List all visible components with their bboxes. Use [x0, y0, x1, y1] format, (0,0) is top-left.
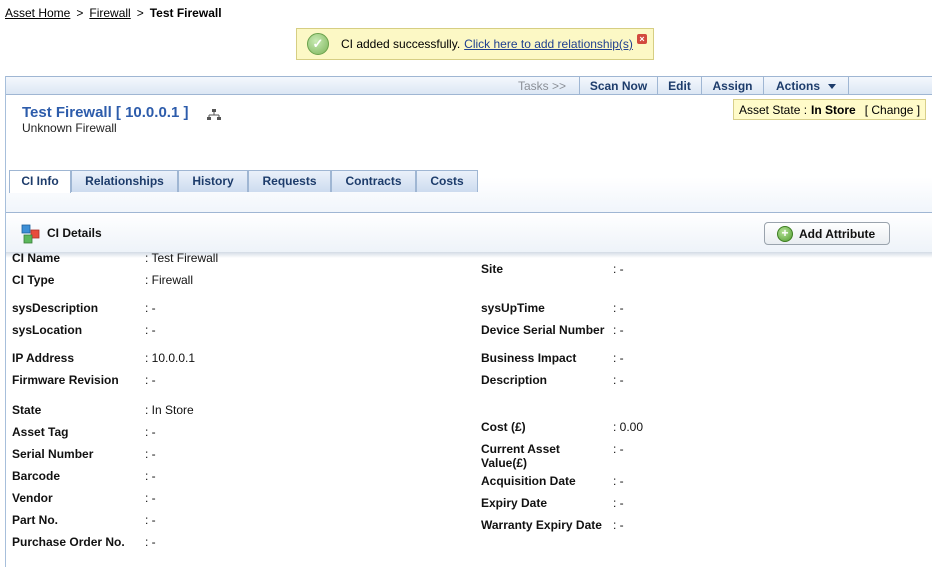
- tab-bar: CI Info Relationships History Requests C…: [6, 170, 932, 193]
- breadcrumb-separator: >: [76, 6, 84, 20]
- breadcrumb-category-link[interactable]: Firewall: [89, 6, 130, 20]
- field-label-serial-number: Serial Number: [12, 447, 94, 461]
- field-value-sysdescription: : -: [145, 301, 156, 315]
- relationship-map-icon[interactable]: [207, 109, 221, 121]
- field-value-asset-tag: : -: [145, 425, 156, 439]
- field-label-barcode: Barcode: [12, 469, 61, 483]
- asset-state-label: Asset State :: [739, 102, 808, 117]
- ci-details-header: CI Details + Add Attribute: [6, 212, 932, 252]
- add-attribute-button[interactable]: + Add Attribute: [764, 222, 890, 245]
- field-label-vendor: Vendor: [12, 491, 53, 505]
- field-label-description: Description: [481, 373, 548, 387]
- field-label-cost: Cost (£): [481, 420, 526, 434]
- ci-subtitle: Unknown Firewall: [22, 121, 117, 135]
- page-title: Test Firewall [ 10.0.0.1 ]: [22, 104, 189, 121]
- field-label-current-asset-value: Current Asset Value(£): [481, 442, 560, 470]
- field-label-site: Site: [481, 262, 504, 276]
- field-value-firmware-revision: : -: [145, 373, 156, 387]
- plus-icon: +: [777, 225, 793, 242]
- field-label-part-no: Part No.: [12, 513, 59, 527]
- field-value-state: : In Store: [145, 403, 194, 417]
- field-label-state: State: [12, 403, 42, 417]
- tab-relationships[interactable]: Relationships: [71, 170, 178, 192]
- scan-now-button[interactable]: Scan Now: [579, 77, 657, 95]
- toolbar: Tasks >> Scan Now Edit Assign Actions: [6, 76, 932, 95]
- field-label-asset-tag: Asset Tag: [12, 425, 69, 439]
- tab-history[interactable]: History: [178, 170, 248, 192]
- edit-button[interactable]: Edit: [657, 77, 701, 95]
- tab-requests[interactable]: Requests: [248, 170, 331, 192]
- ci-details-title: CI Details: [47, 226, 102, 240]
- ci-cubes-icon: [21, 224, 40, 244]
- field-label-sysdescription: sysDescription: [12, 301, 99, 315]
- field-value-business-impact: : -: [613, 351, 624, 365]
- chevron-down-icon: [828, 84, 836, 90]
- field-value-purchase-order-no: : -: [145, 535, 156, 549]
- field-label-expiry-date: Expiry Date: [481, 496, 548, 510]
- field-label-business-impact: Business Impact: [481, 351, 577, 365]
- field-label-sysuptime: sysUpTime: [481, 301, 545, 315]
- field-value-expiry-date: : -: [613, 496, 624, 510]
- actions-label: Actions: [775, 79, 820, 93]
- close-icon[interactable]: ×: [637, 34, 647, 44]
- field-value-syslocation: : -: [145, 323, 156, 337]
- tab-ci-info[interactable]: CI Info: [9, 170, 71, 193]
- field-value-acquisition-date: : -: [613, 474, 624, 488]
- field-value-serial-number: : -: [145, 447, 156, 461]
- actions-menu-button[interactable]: Actions: [763, 77, 849, 95]
- field-value-current-asset-value: : -: [613, 442, 624, 456]
- field-label-acquisition-date: Acquisition Date: [481, 474, 576, 488]
- add-relationship-link[interactable]: Click here to add relationship(s): [464, 37, 633, 51]
- change-state-link[interactable]: [ Change ]: [865, 103, 920, 117]
- field-value-ci-type: : Firewall: [145, 273, 194, 287]
- field-label-ci-type: CI Type: [12, 273, 55, 287]
- success-message: CI added successfully.: [341, 37, 461, 51]
- breadcrumb: Asset Home > Firewall > Test Firewall: [5, 6, 222, 20]
- tab-contracts[interactable]: Contracts: [331, 170, 416, 192]
- add-attribute-label: Add Attribute: [799, 226, 876, 241]
- field-value-ip-address: : 10.0.0.1: [145, 351, 196, 365]
- asset-state-box: Asset State : In Store [ Change ]: [733, 99, 927, 120]
- field-value-sysuptime: : -: [613, 301, 624, 315]
- asset-state-value: In Store: [811, 102, 856, 117]
- field-value-part-no: : -: [145, 513, 156, 527]
- field-value-barcode: : -: [145, 469, 156, 483]
- field-label-device-serial-number: Device Serial Number: [481, 323, 605, 337]
- breadcrumb-current: Test Firewall: [149, 6, 222, 20]
- field-value-device-serial-number: : -: [613, 323, 624, 337]
- success-check-icon: ✓: [307, 33, 329, 55]
- field-label-syslocation: sysLocation: [12, 323, 83, 337]
- tasks-label: Tasks >>: [518, 79, 567, 93]
- ci-header: Test Firewall [ 10.0.0.1 ] Unknown Firew…: [6, 95, 932, 258]
- tab-costs[interactable]: Costs: [416, 170, 478, 192]
- success-notice: ✓ CI added successfully. Click here to a…: [296, 28, 654, 60]
- field-label-ci-name: CI Name: [12, 251, 61, 265]
- field-value-vendor: : -: [145, 491, 156, 505]
- field-label-warranty-expiry-date: Warranty Expiry Date: [481, 518, 602, 532]
- field-label-purchase-order-no: Purchase Order No.: [12, 535, 125, 549]
- field-value-ci-name: : Test Firewall: [145, 251, 219, 265]
- breadcrumb-home-link[interactable]: Asset Home: [5, 6, 70, 20]
- field-label-firmware-revision: Firmware Revision: [12, 373, 119, 387]
- breadcrumb-separator: >: [136, 6, 144, 20]
- field-value-warranty-expiry-date: : -: [613, 518, 624, 532]
- field-value-description: : -: [613, 373, 624, 387]
- ci-panel: Tasks >> Scan Now Edit Assign Actions Te…: [5, 76, 932, 567]
- assign-button[interactable]: Assign: [701, 77, 763, 95]
- field-label-ip-address: IP Address: [12, 351, 75, 365]
- field-value-site: : -: [613, 262, 624, 276]
- field-value-cost: : 0.00: [613, 420, 644, 434]
